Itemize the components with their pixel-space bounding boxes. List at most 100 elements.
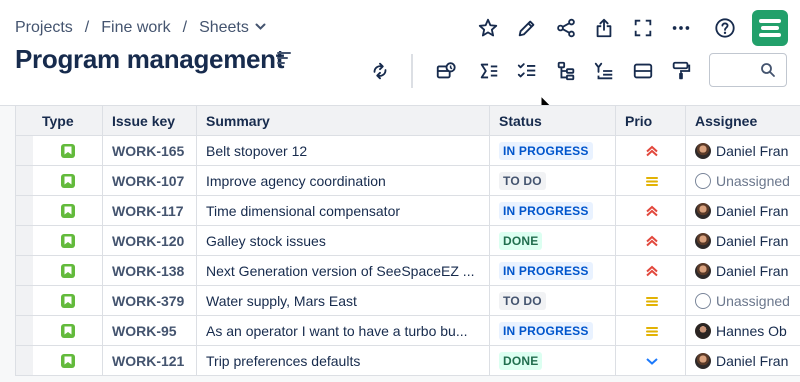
status-cell[interactable]: IN PROGRESS bbox=[490, 316, 616, 346]
table-row[interactable]: WORK-165 Belt stopover 12 IN PROGRESS Danie… bbox=[0, 136, 800, 166]
table-row[interactable]: WORK-107 Improve agency coordination TO DO… bbox=[0, 166, 800, 196]
column-header-status[interactable]: Status bbox=[490, 106, 616, 136]
priority-cell[interactable] bbox=[616, 346, 686, 376]
table-row[interactable]: WORK-117 Time dimensional compensator IN P… bbox=[0, 196, 800, 226]
toolbar-divider bbox=[411, 54, 413, 88]
sync-icon[interactable] bbox=[366, 57, 394, 85]
more-icon[interactable] bbox=[667, 14, 695, 42]
issue-key-link[interactable]: WORK-117 bbox=[112, 203, 184, 219]
row-gutter[interactable] bbox=[15, 226, 34, 256]
row-gutter[interactable] bbox=[15, 346, 34, 376]
app-logo[interactable] bbox=[752, 10, 788, 46]
breadcrumb-projects[interactable]: Projects bbox=[15, 19, 73, 37]
row-gutter[interactable] bbox=[15, 316, 34, 346]
pencil-icon[interactable] bbox=[513, 14, 541, 42]
issue-key-link[interactable]: WORK-379 bbox=[112, 293, 184, 309]
issue-key-link[interactable]: WORK-120 bbox=[112, 233, 184, 249]
summary-cell[interactable]: Time dimensional compensator bbox=[197, 196, 490, 226]
issue-key-link[interactable]: WORK-95 bbox=[112, 323, 177, 339]
issue-key-link[interactable]: WORK-138 bbox=[112, 263, 184, 279]
column-header-assignee[interactable]: Assignee bbox=[686, 106, 800, 136]
assignee-cell[interactable]: Daniel Fran bbox=[686, 196, 800, 226]
priority-cell[interactable] bbox=[616, 316, 686, 346]
issue-key-link[interactable]: WORK-107 bbox=[112, 173, 184, 189]
table-row[interactable]: WORK-120 Galley stock issues DONE Daniel Fr… bbox=[0, 226, 800, 256]
row-gutter[interactable] bbox=[15, 256, 34, 286]
summary-cell[interactable]: As an operator I want to have a turbo bu… bbox=[197, 316, 490, 346]
status-badge[interactable]: IN PROGRESS bbox=[499, 321, 593, 340]
status-cell[interactable]: IN PROGRESS bbox=[490, 256, 616, 286]
table-row[interactable]: WORK-379 Water supply, Mars East TO DO Unas… bbox=[0, 286, 800, 316]
hierarchy-icon[interactable] bbox=[552, 57, 580, 85]
fullscreen-icon[interactable] bbox=[629, 14, 657, 42]
issue-key-link[interactable]: WORK-121 bbox=[112, 353, 184, 369]
assignee-cell[interactable]: Daniel Fran bbox=[686, 346, 800, 376]
issue-key-cell: WORK-107 bbox=[103, 166, 197, 196]
share-icon[interactable] bbox=[552, 14, 580, 42]
title-menu-icon[interactable] bbox=[277, 52, 291, 64]
status-cell[interactable]: TO DO bbox=[490, 166, 616, 196]
breadcrumb-fine-work[interactable]: Fine work bbox=[101, 19, 170, 37]
priority-cell[interactable] bbox=[616, 286, 686, 316]
status-badge[interactable]: IN PROGRESS bbox=[499, 261, 593, 280]
breadcrumb-sheets[interactable]: Sheets bbox=[199, 19, 249, 37]
priority-cell[interactable] bbox=[616, 136, 686, 166]
status-cell[interactable]: DONE bbox=[490, 346, 616, 376]
avatar bbox=[695, 292, 711, 309]
filter-list-icon[interactable] bbox=[590, 57, 618, 85]
summary-cell[interactable]: Water supply, Mars East bbox=[197, 286, 490, 316]
row-gutter[interactable] bbox=[15, 166, 34, 196]
assignee-cell[interactable]: Daniel Fran bbox=[686, 226, 800, 256]
issue-key-link[interactable]: WORK-165 bbox=[112, 143, 184, 159]
priority-cell[interactable] bbox=[616, 256, 686, 286]
search-box[interactable] bbox=[709, 53, 787, 87]
add-field-icon[interactable] bbox=[432, 57, 460, 85]
table-row[interactable]: WORK-138 Next Generation version of SeeSp… bbox=[0, 256, 800, 286]
column-header-prio[interactable]: Prio bbox=[616, 106, 686, 136]
status-cell[interactable]: TO DO bbox=[490, 286, 616, 316]
column-header-issue-key[interactable]: Issue key bbox=[103, 106, 197, 136]
status-badge[interactable]: DONE bbox=[499, 231, 543, 250]
status-cell[interactable]: DONE bbox=[490, 226, 616, 256]
summary-cell[interactable]: Improve agency coordination bbox=[197, 166, 490, 196]
assignee-cell[interactable]: Daniel Fran bbox=[686, 136, 800, 166]
status-badge[interactable]: TO DO bbox=[499, 171, 546, 190]
format-painter-icon[interactable] bbox=[667, 57, 695, 85]
priority-cell[interactable] bbox=[616, 226, 686, 256]
checklist-icon[interactable] bbox=[513, 57, 541, 85]
priority-high-icon bbox=[644, 263, 660, 279]
summary-cell[interactable]: Next Generation version of SeeSpaceEZ ..… bbox=[197, 256, 490, 286]
column-header-summary[interactable]: Summary bbox=[197, 106, 490, 136]
story-icon bbox=[60, 173, 75, 188]
row-gutter[interactable] bbox=[15, 286, 34, 316]
row-gutter[interactable] bbox=[15, 136, 34, 166]
status-cell[interactable]: IN PROGRESS bbox=[490, 136, 616, 166]
row-height-icon[interactable] bbox=[629, 57, 657, 85]
table-row[interactable]: WORK-95 As an operator I want to have a t… bbox=[0, 316, 800, 346]
search-input[interactable] bbox=[718, 55, 766, 85]
status-badge[interactable]: TO DO bbox=[499, 291, 546, 310]
status-badge[interactable]: IN PROGRESS bbox=[499, 141, 593, 160]
status-badge[interactable]: IN PROGRESS bbox=[499, 201, 593, 220]
export-icon[interactable] bbox=[590, 14, 618, 42]
priority-cell[interactable] bbox=[616, 196, 686, 226]
status-cell[interactable]: IN PROGRESS bbox=[490, 196, 616, 226]
status-badge[interactable]: DONE bbox=[499, 351, 543, 370]
assignee-cell[interactable]: Unassigned bbox=[686, 166, 800, 196]
assignee-cell[interactable]: Hannes Ob bbox=[686, 316, 800, 346]
row-gutter bbox=[15, 106, 34, 136]
row-gutter[interactable] bbox=[15, 196, 34, 226]
summary-cell[interactable]: Galley stock issues bbox=[197, 226, 490, 256]
sum-icon[interactable] bbox=[475, 57, 503, 85]
summary-cell[interactable]: Trip preferences defaults bbox=[197, 346, 490, 376]
assignee-cell[interactable]: Unassigned bbox=[686, 286, 800, 316]
column-header-type[interactable]: Type bbox=[33, 106, 103, 136]
summary-cell[interactable]: Belt stopover 12 bbox=[197, 136, 490, 166]
star-icon[interactable] bbox=[474, 14, 502, 42]
issue-type-cell bbox=[33, 316, 103, 346]
table-row[interactable]: WORK-121 Trip preferences defaults DONE Dan… bbox=[0, 346, 800, 376]
priority-cell[interactable] bbox=[616, 166, 686, 196]
chevron-down-icon[interactable] bbox=[255, 22, 266, 34]
assignee-cell[interactable]: Daniel Fran bbox=[686, 256, 800, 286]
help-icon[interactable] bbox=[711, 14, 739, 42]
